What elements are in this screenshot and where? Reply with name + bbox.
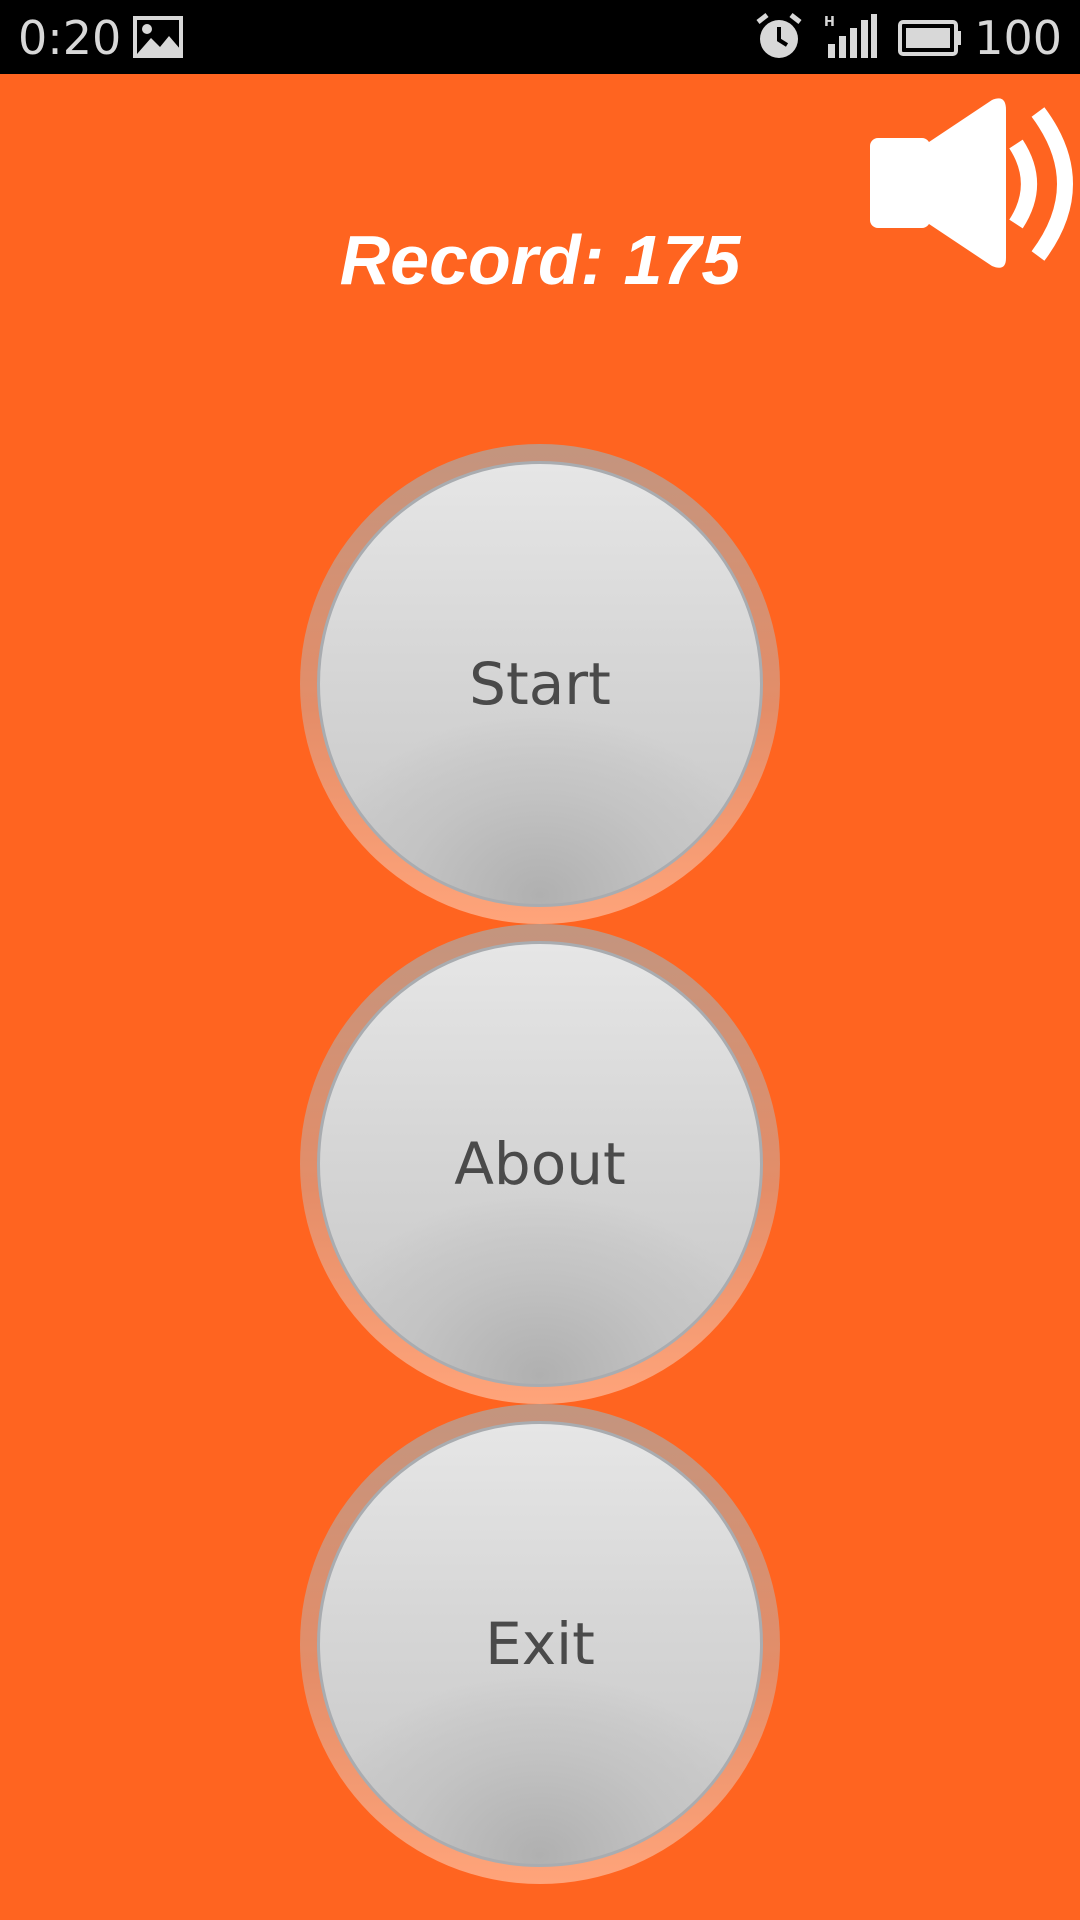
about-button-label: About <box>454 1130 626 1198</box>
start-button[interactable]: Start <box>300 444 780 924</box>
about-button[interactable]: About <box>300 924 780 1404</box>
svg-text:H: H <box>824 15 835 30</box>
battery-icon <box>898 20 961 56</box>
exit-button[interactable]: Exit <box>300 1404 780 1884</box>
start-button-label: Start <box>469 650 611 718</box>
status-time: 0:20 <box>18 11 122 65</box>
status-bar: 0:20 H 100 <box>0 0 1080 74</box>
image-icon <box>133 16 183 58</box>
game-menu-screen: 0:20 H 100 Record: 175 Start About Exit <box>0 0 1080 1920</box>
signal-icon: H <box>824 14 877 58</box>
battery-percentage: 100 <box>974 11 1062 65</box>
record-score: Record: 175 <box>339 221 741 299</box>
alarm-icon <box>756 13 802 58</box>
exit-button-label: Exit <box>485 1610 595 1678</box>
